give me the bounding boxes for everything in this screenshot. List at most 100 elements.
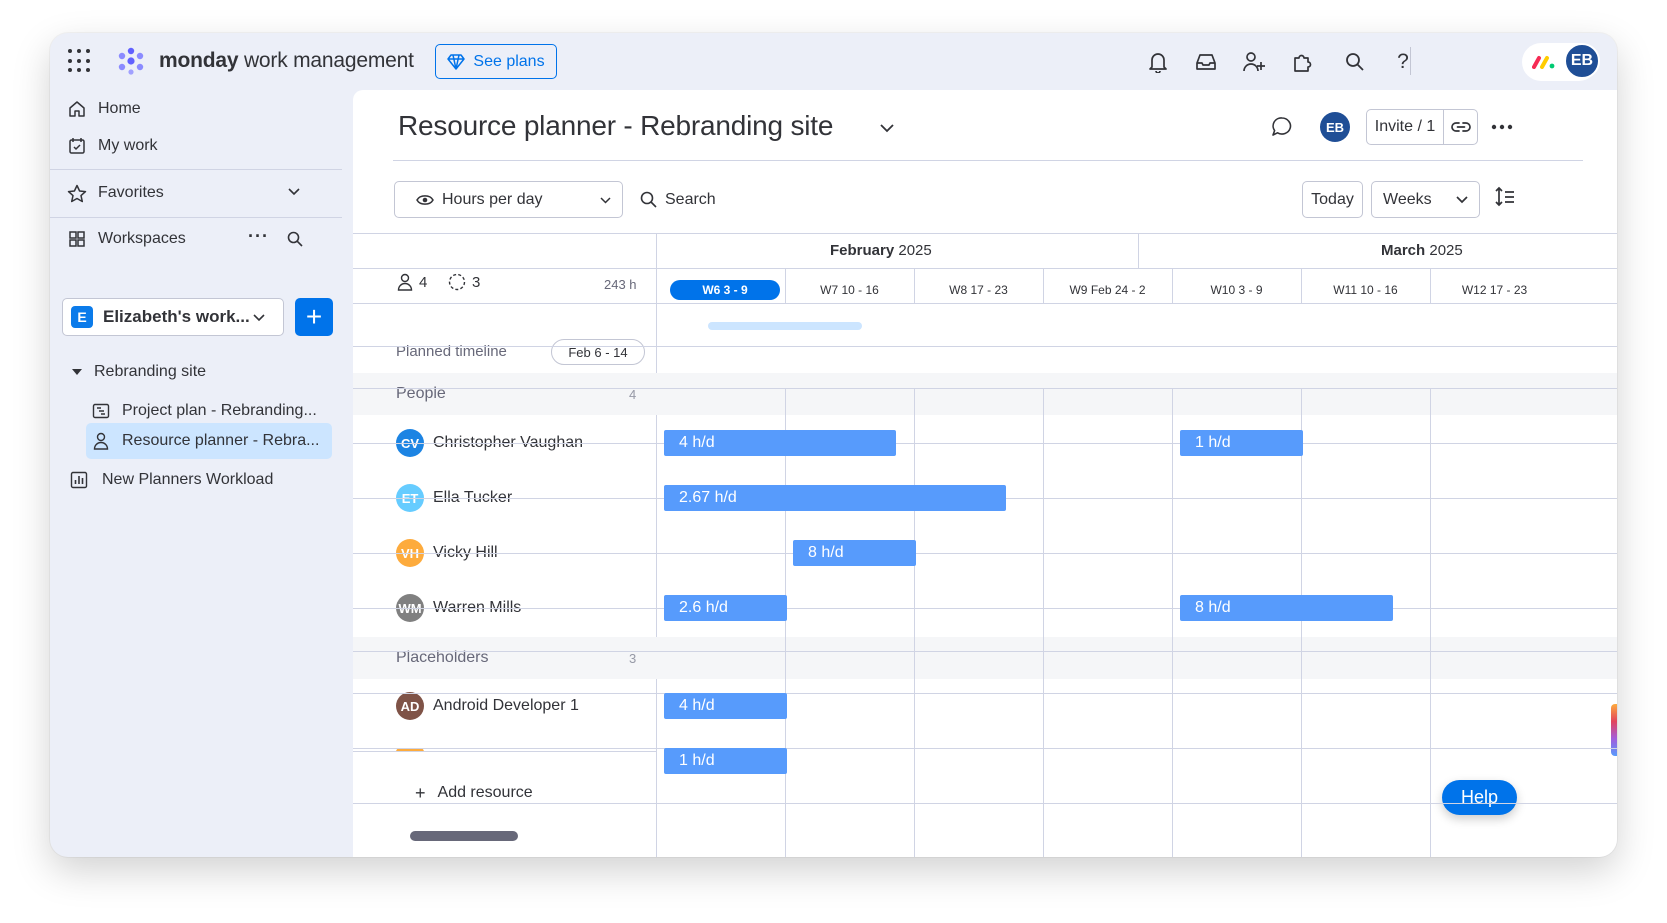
group-count: 3 bbox=[629, 651, 637, 666]
sidebar-item-project-plan[interactable]: Project plan - Rebranding... bbox=[50, 394, 342, 428]
sidebar-item-favorites[interactable]: Favorites bbox=[50, 176, 342, 210]
more-options-icon[interactable]: ··· bbox=[248, 226, 269, 247]
week-header[interactable]: W6 3 - 9 bbox=[670, 280, 780, 300]
grid-line bbox=[914, 388, 915, 857]
grid-line bbox=[1301, 388, 1302, 857]
search-input[interactable]: Search bbox=[640, 181, 716, 218]
person-icon bbox=[90, 430, 112, 452]
grid-line bbox=[1138, 233, 1139, 268]
bell-icon[interactable] bbox=[1145, 49, 1171, 75]
allocation-bar[interactable]: 2.67 h/d bbox=[664, 485, 1006, 511]
sidebar-item-workspaces[interactable]: Workspaces ··· bbox=[50, 222, 342, 256]
chevron-down-icon[interactable] bbox=[880, 124, 894, 133]
search-icon[interactable] bbox=[1342, 49, 1368, 75]
grid-line bbox=[1430, 388, 1431, 857]
month-year: 2025 bbox=[898, 242, 932, 259]
monday-logo-icon bbox=[118, 47, 144, 75]
month-header: February 2025 bbox=[830, 242, 932, 259]
add-item-button[interactable]: + bbox=[295, 298, 333, 336]
add-resource-button[interactable]: + Add resource bbox=[415, 781, 533, 805]
chat-bubble-icon[interactable] bbox=[1271, 116, 1293, 138]
search-icon[interactable] bbox=[287, 231, 303, 247]
inbox-icon[interactable] bbox=[1193, 49, 1219, 75]
group-row-placeholders: Placeholders 3 bbox=[353, 637, 1617, 679]
month-name: February bbox=[830, 242, 895, 259]
apps-grid-icon[interactable] bbox=[68, 49, 92, 73]
invite-members-icon[interactable] bbox=[1241, 49, 1267, 75]
eye-icon bbox=[416, 194, 434, 205]
planned-timeline-range[interactable]: Feb 6 - 14 bbox=[551, 339, 645, 365]
sidebar-item-label: Favorites bbox=[98, 184, 164, 201]
sidebar-item-resource-planner[interactable]: Resource planner - Rebra... bbox=[50, 424, 342, 458]
sidebar-folder-label: Rebranding site bbox=[94, 363, 207, 380]
search-icon bbox=[640, 191, 657, 208]
home-icon bbox=[66, 98, 88, 120]
user-avatar[interactable]: EB bbox=[1320, 112, 1350, 142]
view-selector[interactable]: Hours per day bbox=[394, 181, 623, 218]
sidebar-divider bbox=[50, 169, 342, 170]
allocation-bar[interactable]: 8 h/d bbox=[793, 540, 916, 566]
caret-down-icon bbox=[72, 368, 82, 375]
people-count: 4 bbox=[419, 274, 428, 291]
grid-line bbox=[656, 233, 657, 857]
board-icon bbox=[90, 400, 112, 422]
sidebar-folder-rebranding[interactable]: Rebranding site bbox=[50, 355, 342, 389]
allocation-bar[interactable]: 2.6 h/d bbox=[664, 595, 787, 621]
people-count-icon bbox=[397, 273, 413, 291]
week-header[interactable]: W10 3 - 9 bbox=[1172, 280, 1301, 300]
horizontal-scrollbar[interactable] bbox=[410, 831, 518, 841]
diamond-icon bbox=[447, 53, 466, 70]
allocation-bar[interactable]: 1 h/d bbox=[664, 748, 787, 774]
help-icon[interactable]: ? bbox=[1390, 49, 1416, 75]
monday-product-icon bbox=[1532, 56, 1555, 69]
main-panel: Resource planner - Rebranding site EB In… bbox=[353, 90, 1617, 857]
sidebar-item-label: New Planners Workload bbox=[102, 471, 274, 488]
allocation-bar[interactable]: 8 h/d bbox=[1180, 595, 1393, 621]
week-header[interactable]: W12 17 - 23 bbox=[1430, 280, 1559, 300]
user-avatar[interactable]: EB bbox=[1564, 43, 1600, 79]
allocation-bar[interactable]: 4 h/d bbox=[664, 693, 787, 719]
grid-icon bbox=[66, 228, 88, 250]
see-plans-label: See plans bbox=[473, 52, 545, 70]
grid-line bbox=[1043, 388, 1044, 857]
chevron-down-icon bbox=[253, 314, 265, 322]
invite-button[interactable]: Invite / 1 bbox=[1366, 109, 1478, 145]
sidebar-item-label: Workspaces bbox=[98, 230, 186, 247]
add-resource-label: Add resource bbox=[437, 784, 533, 801]
invite-label: Invite / 1 bbox=[1374, 118, 1436, 135]
app-window: monday work management See plans ? EB Ho… bbox=[50, 33, 1617, 857]
month-name: March bbox=[1381, 242, 1426, 259]
week-header[interactable]: W8 17 - 23 bbox=[914, 280, 1043, 300]
week-header[interactable]: W9 Feb 24 - 2 bbox=[1043, 280, 1172, 300]
month-year: 2025 bbox=[1429, 242, 1463, 259]
workspace-selector[interactable]: E Elizabeth's work... bbox=[62, 298, 284, 336]
planned-timeline-bar[interactable] bbox=[707, 322, 863, 330]
view-selector-label: Hours per day bbox=[442, 190, 543, 208]
chevron-down-icon bbox=[1456, 196, 1468, 204]
see-plans-button[interactable]: See plans bbox=[435, 44, 557, 79]
sidebar-item-workload[interactable]: New Planners Workload bbox=[50, 463, 342, 497]
workspace-name: Elizabeth's work... bbox=[103, 307, 250, 326]
group-count: 4 bbox=[629, 387, 637, 402]
help-button[interactable]: Help bbox=[1442, 780, 1517, 815]
apps-puzzle-icon[interactable] bbox=[1289, 49, 1315, 75]
today-button[interactable]: Today bbox=[1302, 181, 1363, 218]
more-options-icon[interactable] bbox=[1491, 117, 1513, 135]
grid-line bbox=[353, 233, 1617, 234]
allocation-bar[interactable]: 4 h/d bbox=[664, 430, 897, 456]
grid-line bbox=[353, 303, 1617, 304]
allocation-bar[interactable]: 1 h/d bbox=[1180, 430, 1303, 456]
sidebar-item-label: Resource planner - Rebra... bbox=[122, 432, 320, 449]
copy-link-icon[interactable] bbox=[1444, 121, 1477, 133]
week-header[interactable]: W11 10 - 16 bbox=[1301, 280, 1430, 300]
sort-icon[interactable] bbox=[1494, 186, 1516, 208]
grid-line bbox=[353, 388, 1617, 389]
week-header[interactable]: W7 10 - 16 bbox=[785, 280, 914, 300]
sidebar-item-my-work[interactable]: My work bbox=[50, 129, 342, 163]
placeholder-count: 3 bbox=[472, 274, 481, 291]
sidebar-item-home[interactable]: Home bbox=[50, 92, 342, 126]
time-scale-selector[interactable]: Weeks bbox=[1371, 181, 1480, 218]
chevron-down-icon bbox=[600, 197, 611, 204]
resource-row[interactable]: AD Android Developer 1 bbox=[396, 691, 579, 721]
calendar-check-icon bbox=[66, 135, 88, 157]
